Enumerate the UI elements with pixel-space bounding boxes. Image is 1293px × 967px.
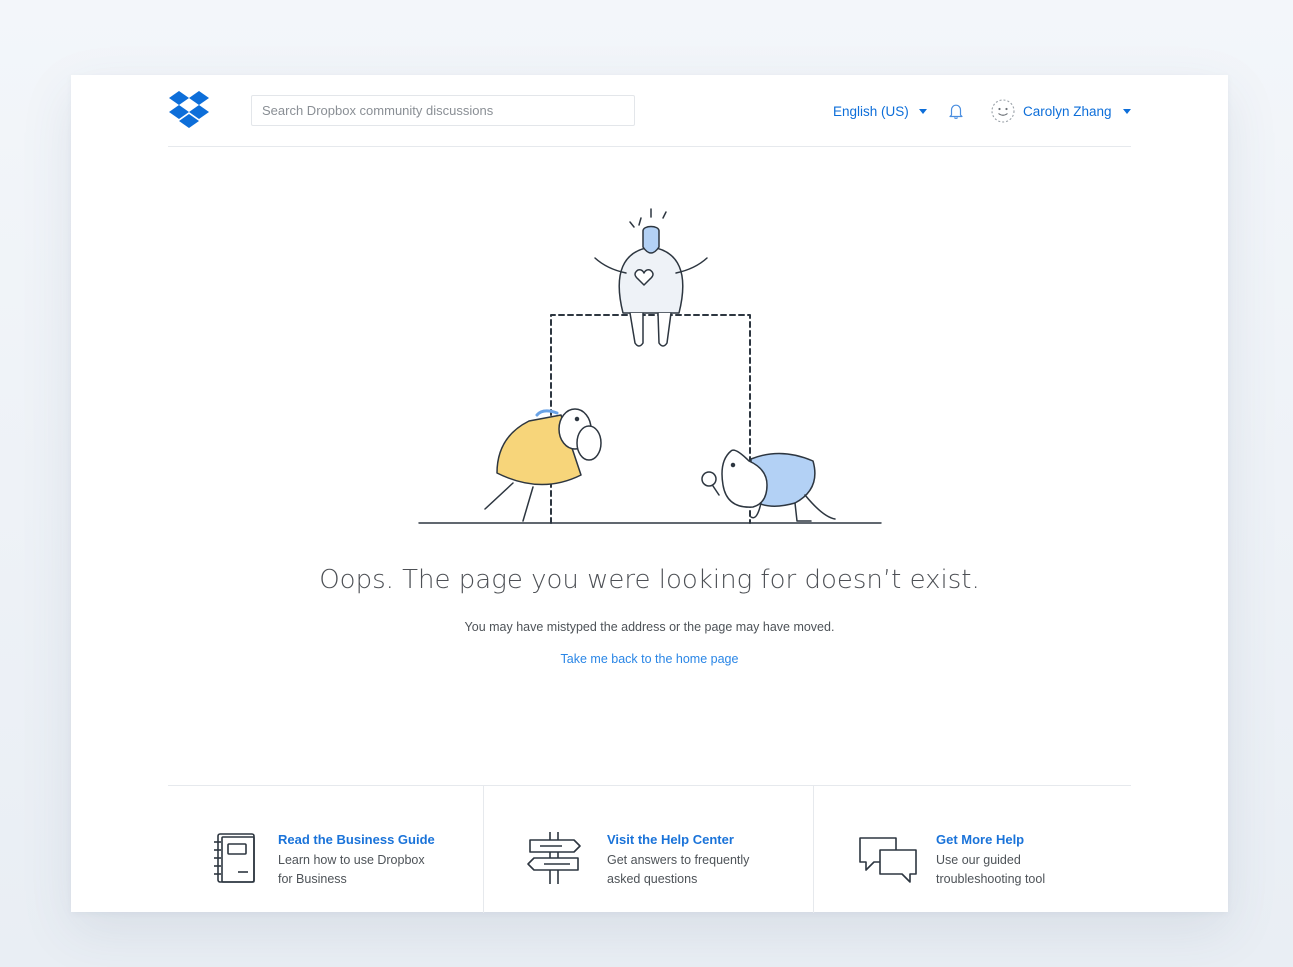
business-guide-panel[interactable]: Read the Business Guide Learn how to use… (168, 786, 484, 913)
page-card: English (US) Carolyn Zhang (71, 75, 1228, 913)
language-label: English (US) (833, 103, 909, 119)
more-help-desc-line1: Use our guided (936, 853, 1021, 867)
chevron-down-icon (1122, 108, 1131, 114)
help-center-link[interactable]: Visit the Help Center (607, 832, 777, 847)
business-guide-text: Read the Business Guide Learn how to use… (278, 832, 448, 889)
help-center-desc-line2: asked questions (607, 872, 698, 886)
more-help-desc-line2: troubleshooting tool (936, 872, 1046, 886)
help-center-text: Visit the Help Center Get answers to fre… (607, 832, 777, 889)
crawling-character-blue (701, 449, 836, 522)
more-help-text: Get More Help Use our guided troubleshoo… (936, 832, 1106, 889)
dropbox-logo-icon[interactable] (168, 90, 210, 130)
help-center-desc-line1: Get answers to frequently (607, 853, 750, 867)
help-center-panel[interactable]: Visit the Help Center Get answers to fre… (484, 786, 814, 913)
page-subtitle: You may have mistyped the address or the… (464, 620, 835, 634)
notebook-icon (214, 833, 255, 883)
bending-character-yellow (484, 408, 602, 522)
more-help-link[interactable]: Get More Help (936, 832, 1106, 847)
home-link-container: Take me back to the home page (71, 652, 1228, 666)
signpost-icon (527, 832, 581, 884)
top-header: English (US) Carolyn Zhang (168, 75, 1131, 147)
search-input[interactable] (251, 95, 635, 126)
business-guide-desc-line1: Learn how to use Dropbox (278, 853, 425, 867)
not-found-illustration (418, 208, 882, 524)
business-guide-link[interactable]: Read the Business Guide (278, 832, 448, 847)
user-menu[interactable]: Carolyn Zhang (990, 97, 1131, 125)
help-footer: Read the Business Guide Learn how to use… (168, 785, 1131, 913)
business-guide-desc-line2: for Business (278, 872, 347, 886)
chat-bubbles-icon (859, 837, 917, 883)
page-title: Oops. The page you were looking for does… (319, 565, 980, 595)
home-link[interactable]: Take me back to the home page (561, 652, 739, 666)
language-selector[interactable]: English (US) (833, 102, 927, 120)
chevron-down-icon (918, 108, 927, 114)
user-name: Carolyn Zhang (1023, 103, 1112, 119)
notification-bell-icon[interactable] (947, 102, 965, 120)
avatar-icon (991, 99, 1015, 123)
sitting-character (594, 208, 708, 347)
more-help-panel[interactable]: Get More Help Use our guided troubleshoo… (814, 786, 1131, 913)
